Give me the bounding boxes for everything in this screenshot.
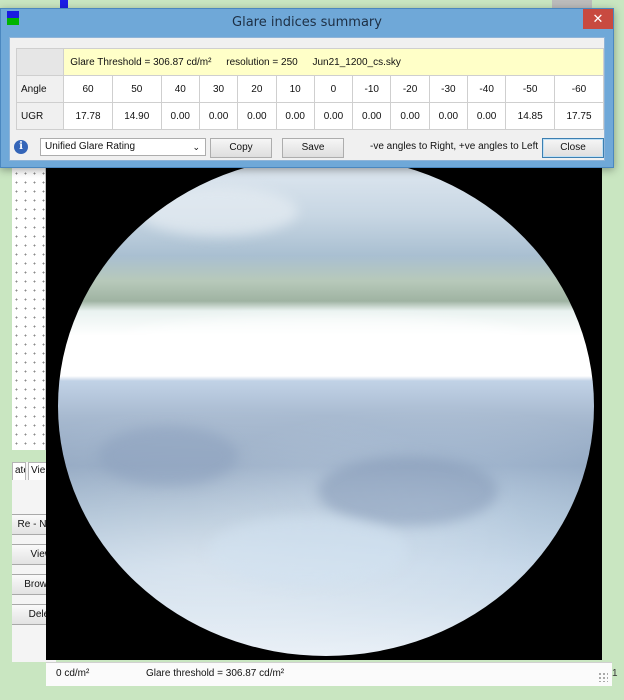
save-button[interactable]: Save [282, 138, 344, 158]
ugr-cell[interactable]: 0.00 [428, 102, 469, 130]
angle-cell[interactable]: 20 [237, 75, 277, 103]
window-close-button[interactable]: ✕ [583, 9, 613, 29]
ugr-row: UGR 17.78 14.90 0.00 0.00 0.00 0.00 0.00… [15, 102, 604, 130]
glare-index-select[interactable]: Unified Glare Rating ⌄ [40, 138, 206, 156]
angle-direction-hint: -ve angles to Right, +ve angles to Left [370, 141, 539, 152]
angle-cell[interactable]: -30 [428, 75, 469, 103]
angle-cell[interactable]: 40 [160, 75, 200, 103]
ugr-cell[interactable]: 0.00 [390, 102, 430, 130]
glare-threshold-text: Glare Threshold = 306.87 cd/m² [70, 56, 212, 68]
image-highlight [138, 186, 298, 236]
angle-cell[interactable]: -50 [505, 75, 556, 103]
row-header-angle: Angle [15, 75, 65, 103]
close-button[interactable]: Close [542, 138, 604, 158]
copy-button[interactable]: Copy [210, 138, 272, 158]
edge-text: 1 [612, 668, 618, 679]
ugr-cell[interactable]: 0.00 [466, 102, 507, 130]
image-highlight [118, 316, 538, 366]
dialog-client-area: Glare Threshold = 306.87 cd/m² resolutio… [9, 37, 605, 161]
glare-index-select-value: Unified Glare Rating [45, 141, 136, 152]
info-icon[interactable]: i [14, 140, 28, 154]
row-header-ugr: UGR [15, 102, 65, 130]
app-logo-icon [60, 0, 68, 8]
status-bar: 0 cd/m² Glare threshold = 306.87 cd/m² [46, 662, 612, 686]
glare-info-cell: Glare Threshold = 306.87 cd/m² resolutio… [63, 48, 604, 76]
fisheye-render-view[interactable] [46, 152, 602, 660]
glare-summary-dialog: Glare indices summary ✕ Glare Threshold … [0, 8, 614, 168]
angle-cell[interactable]: 10 [275, 75, 315, 103]
angle-cell[interactable]: 0 [313, 75, 354, 103]
dialog-title: Glare indices summary [232, 15, 382, 30]
ugr-cell[interactable]: 17.75 [554, 102, 604, 130]
dialog-title-bar[interactable]: Glare indices summary ✕ [1, 9, 613, 37]
resolution-text: resolution = 250 [226, 56, 298, 68]
dot-grid-panel [12, 160, 46, 450]
ugr-cell[interactable]: 14.90 [111, 102, 162, 130]
angle-cell[interactable]: -40 [466, 75, 507, 103]
fisheye-sky-image [58, 156, 594, 656]
ugr-cell[interactable]: 0.00 [275, 102, 315, 130]
ugr-cell[interactable]: 0.00 [160, 102, 200, 130]
image-shade [318, 456, 498, 526]
table-corner [15, 48, 65, 76]
angle-cell[interactable]: 60 [63, 75, 113, 103]
angle-cell[interactable]: 30 [198, 75, 239, 103]
status-luminance: 0 cd/m² [56, 668, 90, 679]
ugr-cell[interactable]: 17.78 [63, 102, 113, 130]
image-shade [98, 426, 238, 486]
resize-grip-icon[interactable] [598, 672, 608, 682]
ugr-cell[interactable]: 0.00 [313, 102, 354, 130]
angle-cell[interactable]: -60 [554, 75, 604, 103]
glare-indices-table: Glare Threshold = 306.87 cd/m² resolutio… [15, 48, 604, 130]
angle-cell[interactable]: 50 [111, 75, 162, 103]
image-shade [208, 516, 408, 586]
status-glare-threshold: Glare threshold = 306.87 cd/m² [146, 668, 285, 679]
sky-file-text: Jun21_1200_cs.sky [312, 56, 401, 68]
angle-cell[interactable]: -10 [352, 75, 392, 103]
tab-ate[interactable]: ate [12, 462, 26, 480]
ugr-cell[interactable]: 14.85 [505, 102, 556, 130]
chevron-down-icon: ⌄ [192, 142, 200, 152]
angle-cell[interactable]: -20 [390, 75, 430, 103]
angle-row: Angle 60 50 40 30 20 10 0 -10 -20 -30 -4… [15, 75, 604, 103]
ugr-cell[interactable]: 0.00 [237, 102, 277, 130]
ugr-cell[interactable]: 0.00 [198, 102, 239, 130]
ugr-cell[interactable]: 0.00 [352, 102, 392, 130]
dialog-toolbar: i Unified Glare Rating ⌄ Copy Save -ve a… [10, 138, 606, 162]
background-window-controls [552, 0, 592, 8]
info-row: Glare Threshold = 306.87 cd/m² resolutio… [15, 48, 604, 76]
